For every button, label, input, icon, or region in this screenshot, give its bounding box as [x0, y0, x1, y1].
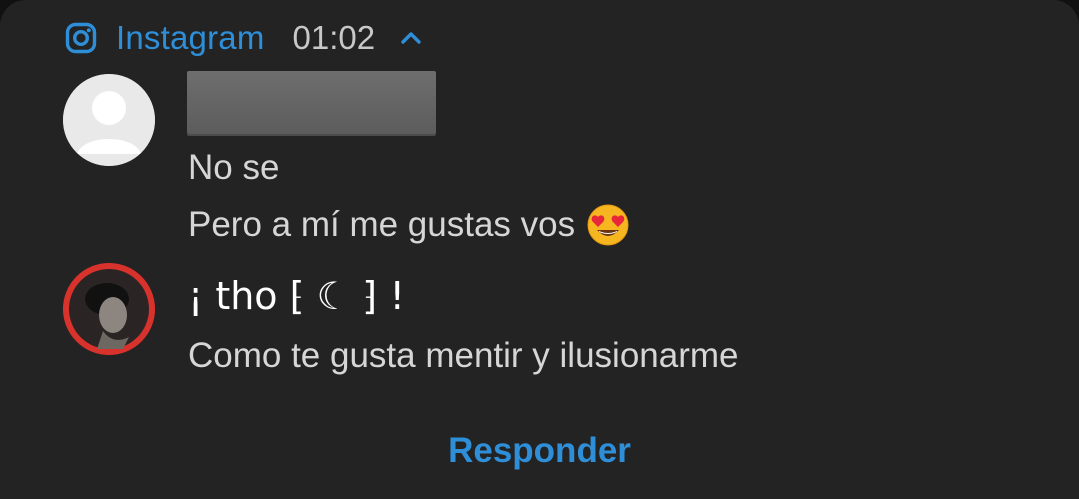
notification-card[interactable]: Instagram 01:02 No se Pero a mí me gusta…	[0, 0, 1079, 499]
default-avatar	[63, 74, 155, 166]
app-name: Instagram	[116, 19, 265, 56]
message-line: No se	[188, 148, 280, 187]
redacted-sender-name	[187, 71, 436, 134]
heart-eyes-emoji-icon	[587, 204, 629, 246]
message-line: Pero a mí me gustas vos	[188, 204, 629, 246]
message-line: Como te gusta mentir y ilusionarme	[188, 336, 739, 375]
notification-time: 01:02	[292, 19, 376, 56]
instagram-icon	[64, 21, 98, 55]
reply-button[interactable]: Responder	[0, 431, 1079, 471]
message-text: Pero a mí me gustas vos	[188, 205, 576, 244]
profile-photo-avatar	[63, 263, 155, 355]
chevron-up-icon[interactable]	[397, 24, 425, 52]
sender-name: ¡ tho ⁅ ☾ ⁆ !	[188, 274, 405, 318]
notification-header: Instagram 01:02	[64, 18, 425, 58]
